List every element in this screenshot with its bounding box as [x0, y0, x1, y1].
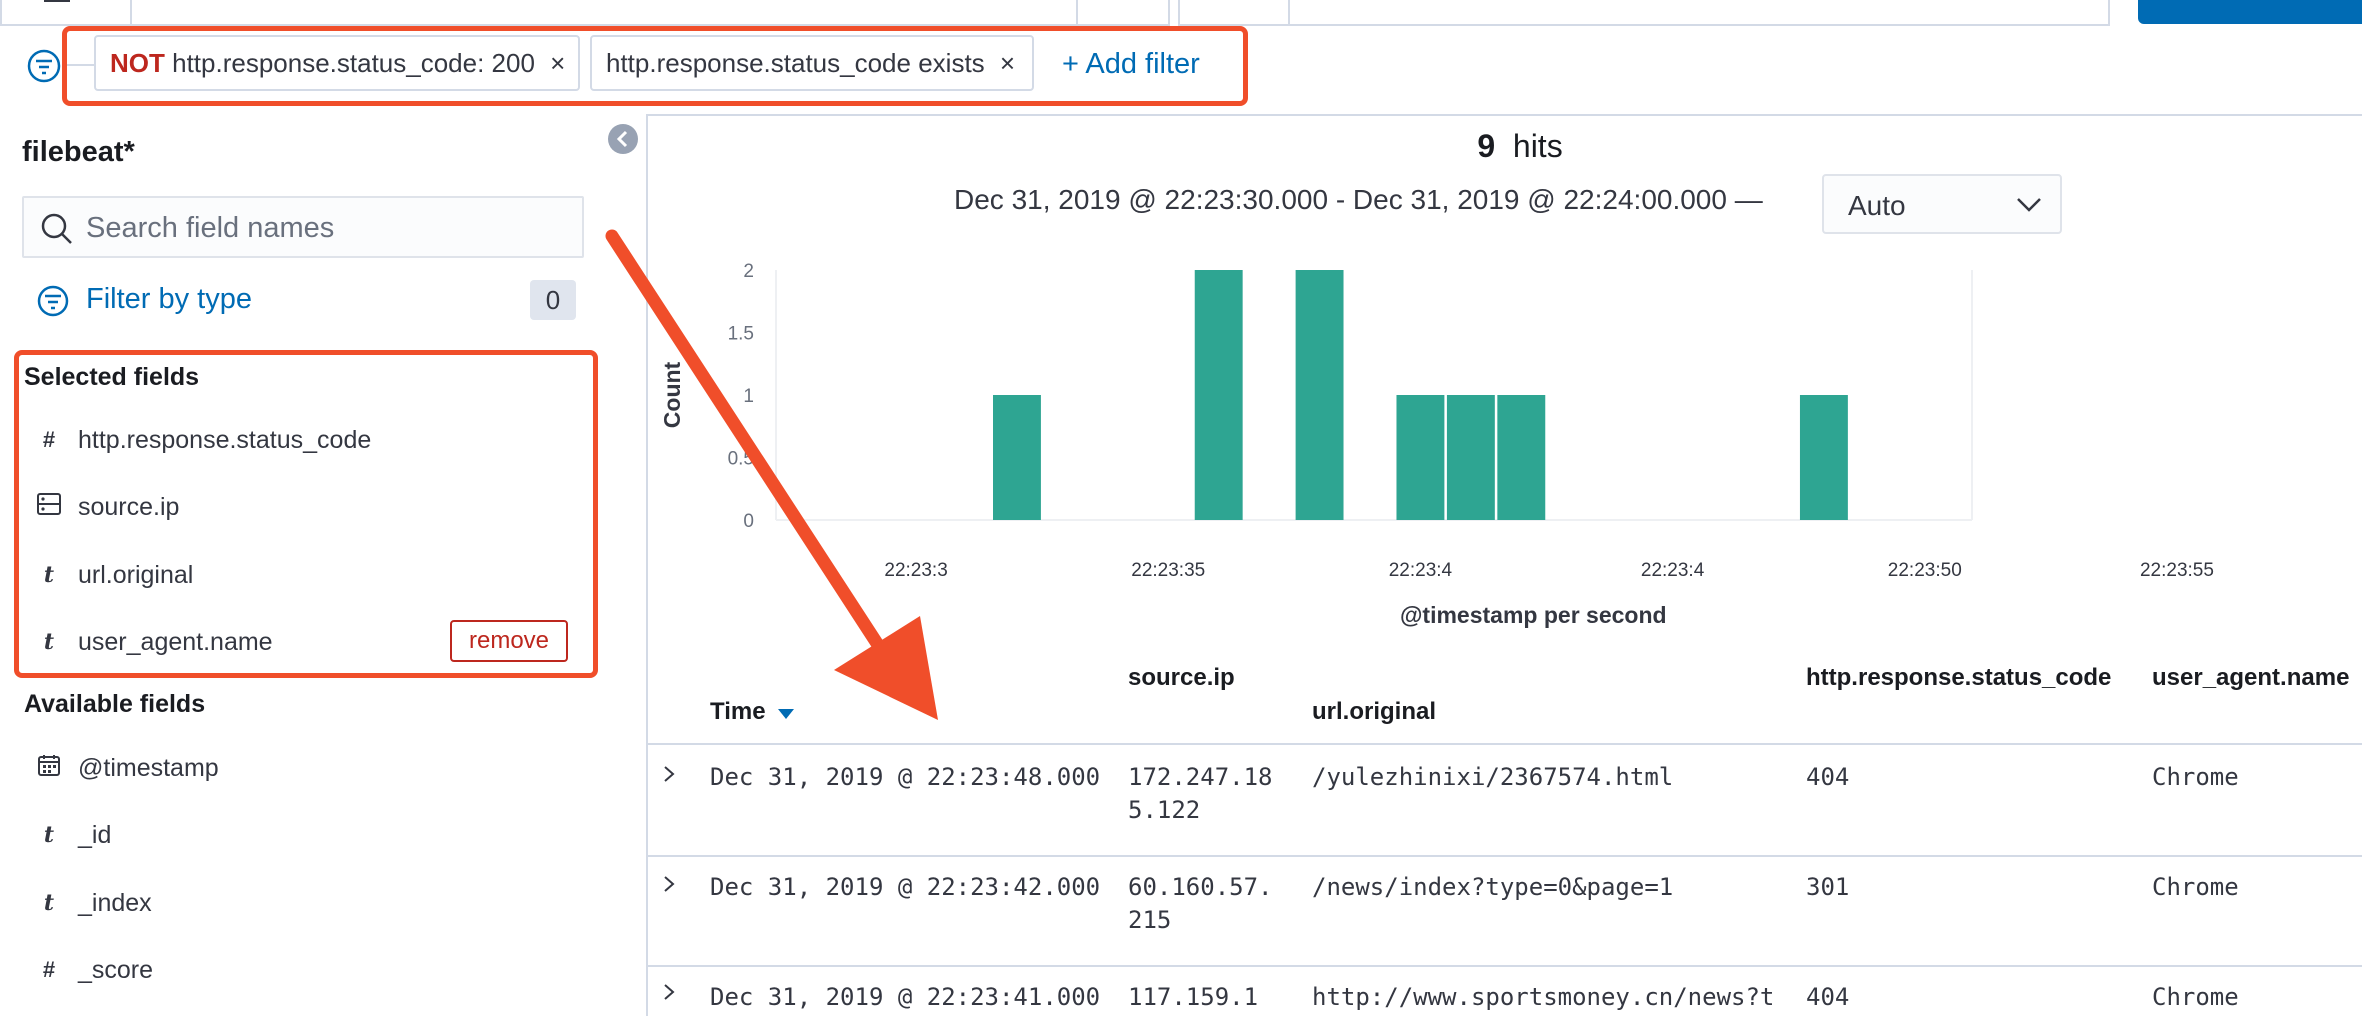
expand-row-icon[interactable]: [662, 873, 676, 901]
cell-agent: Chrome: [2152, 983, 2239, 1011]
field-name: @timestamp: [78, 753, 219, 782]
string-type-icon: t: [43, 822, 55, 848]
time-range-label: Dec 31, 2019 @ 22:23:30.000 - Dec 31, 20…: [954, 184, 1763, 215]
histogram-bar: [1497, 395, 1546, 520]
cell-source-ip: 172.247.18 5.122: [1128, 761, 1273, 827]
cell-agent: Chrome: [2152, 873, 2239, 901]
x-tick-label: 22:23:50: [1888, 560, 1962, 581]
query-input[interactable]: [130, 0, 1080, 26]
menu-icon: [44, 0, 70, 2]
table-row: Dec 31, 2019 @ 22:23:48.000 172.247.18 5.…: [646, 745, 2362, 855]
sort-desc-icon[interactable]: [778, 709, 795, 719]
date-picker-quick[interactable]: [1178, 0, 1292, 26]
search-icon: [41, 213, 72, 244]
calendar-icon: [36, 754, 62, 782]
x-tick-label: 22:23:35: [1131, 560, 1205, 581]
cell-source-ip: 117.159.1: [1128, 983, 1259, 1011]
search-placeholder: Search field names: [86, 212, 335, 244]
cell-time: Dec 31, 2019 @ 22:23:42.000: [710, 873, 1101, 901]
annotation-box-filters: [62, 26, 1248, 106]
field-item-timestamp[interactable]: @timestamp: [36, 748, 219, 788]
histogram-bar: [1194, 270, 1243, 520]
table-row: Dec 31, 2019 @ 22:23:42.000 60.160.57. 21…: [646, 857, 2362, 965]
date-picker-range[interactable]: [1288, 0, 2110, 26]
column-header-label: Time: [710, 698, 766, 725]
chevron-down-icon: [2017, 198, 2041, 212]
histogram-x-title: @timestamp per second: [1400, 602, 1667, 628]
cell-url: http://www.sportsmoney.cn/news?t: [1312, 983, 1775, 1011]
cell-status: 301: [1806, 873, 1850, 901]
histogram-bar: [1799, 395, 1848, 520]
interval-value: Auto: [1848, 190, 1906, 221]
annotation-box-selected-fields: [14, 350, 598, 678]
cell-text: 5.122: [1128, 796, 1201, 824]
cell-text: 172.247.18: [1128, 763, 1273, 791]
column-header-time[interactable]: Time: [710, 698, 795, 726]
cell-text: 60.160.57.: [1128, 873, 1273, 901]
string-type-icon: t: [43, 890, 55, 916]
histogram-bar: [1446, 395, 1495, 520]
refresh-button[interactable]: [2138, 0, 2362, 24]
interval-select[interactable]: Auto: [1822, 174, 2062, 234]
field-name: _id: [78, 820, 112, 849]
cell-source-ip: 60.160.57. 215: [1128, 871, 1273, 937]
field-search-input[interactable]: Search field names: [22, 196, 584, 258]
cell-time: Dec 31, 2019 @ 22:23:48.000: [710, 763, 1101, 791]
column-header-status-code[interactable]: http.response.status_code: [1806, 664, 2111, 692]
expand-row-icon[interactable]: [662, 763, 676, 791]
column-header-user-agent[interactable]: user_agent.name: [2152, 664, 2349, 692]
filter-type-icon: [36, 284, 70, 323]
available-fields-title: Available fields: [24, 690, 206, 718]
table-row: Dec 31, 2019 @ 22:23:41.000 117.159.1 ht…: [646, 967, 2362, 1012]
filter-count-badge: 0: [530, 280, 576, 320]
filter-by-type-button[interactable]: Filter by type: [86, 283, 252, 316]
histogram-bar: [1396, 395, 1445, 520]
expand-row-icon[interactable]: [662, 981, 676, 1009]
histogram-bar: [993, 395, 1041, 520]
field-name: _score: [78, 955, 154, 984]
cell-agent: Chrome: [2152, 763, 2239, 791]
field-item-id[interactable]: t _id: [36, 815, 111, 855]
x-tick-label: 22:23:4: [1641, 560, 1705, 581]
cell-text: 215: [1128, 906, 1172, 934]
x-tick-label: 22:23:55: [2140, 560, 2214, 581]
cell-url: /yulezhinixi/2367574.html: [1312, 763, 1674, 791]
cell-status: 404: [1806, 763, 1850, 791]
filter-menu-icon[interactable]: [26, 48, 62, 84]
histogram-bar: [1295, 270, 1344, 520]
cell-time: Dec 31, 2019 @ 22:23:41.000: [710, 983, 1101, 1011]
menu-toggle-box[interactable]: [0, 0, 134, 26]
field-item-index[interactable]: t _index: [36, 883, 152, 923]
cell-status: 404: [1806, 983, 1850, 1011]
annotation-arrow: [605, 229, 938, 720]
hits-count: 9: [1477, 128, 1496, 164]
x-tick-label: 22:23:4: [1389, 560, 1453, 581]
column-header-source-ip[interactable]: source.ip: [1128, 664, 1235, 692]
hits-label: hits: [1512, 128, 1563, 164]
cell-url: /news/index?type=0&page=1: [1312, 873, 1674, 901]
hits-summary: 9 hits: [0, 128, 2362, 165]
number-type-icon: #: [42, 957, 56, 982]
query-language-box[interactable]: [1076, 0, 1170, 26]
field-name: _index: [78, 888, 152, 917]
field-item-score[interactable]: # _score: [36, 950, 153, 990]
column-header-url-original[interactable]: url.original: [1312, 698, 1436, 726]
